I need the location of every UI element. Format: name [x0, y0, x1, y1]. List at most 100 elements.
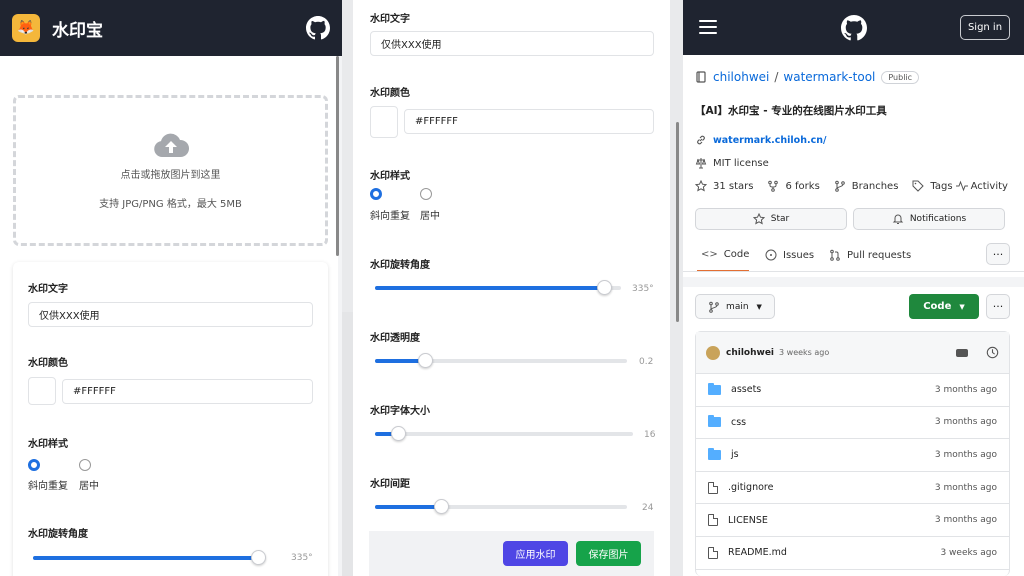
commit-message-icon[interactable] — [956, 348, 968, 357]
branch-icon — [834, 180, 845, 192]
opacity-slider[interactable] — [375, 353, 627, 368]
star-icon — [695, 180, 707, 192]
rotation-label: 水印旋转角度 — [28, 529, 88, 540]
left-app-panel: 🦊 水印宝 点击或拖放图片到这里 支持 JPG/PNG 格式，最大 5MB 水印… — [0, 0, 342, 576]
style-option-diagonal-label: 斜向重复 — [28, 481, 68, 492]
notifications-button-label: Notifications — [909, 214, 967, 224]
repo-stats: 31 stars 6 forks Branches Tags Activity — [695, 180, 1008, 192]
file-row[interactable]: assets 3 months ago — [696, 374, 1009, 407]
spacing-slider-thumb[interactable] — [433, 499, 449, 514]
file-row[interactable]: README.md 3 weeks ago — [696, 537, 1009, 570]
style-label: 水印样式 — [28, 439, 68, 450]
file-name[interactable]: LICENSE — [728, 515, 935, 526]
branch-selector[interactable]: main ▼ — [695, 294, 775, 319]
rotation-slider-thumb[interactable] — [251, 550, 266, 565]
pulse-icon — [955, 180, 968, 192]
rotation-slider[interactable] — [33, 550, 266, 565]
app-logo-icon: 🦊 — [12, 14, 40, 42]
color-swatch[interactable] — [370, 106, 398, 138]
repo-name-link[interactable]: watermark-tool — [783, 70, 875, 84]
file-row[interactable]: .gitignore 3 months ago — [696, 472, 1009, 505]
style-option-center-label: 居中 — [420, 211, 440, 222]
notifications-button[interactable]: Notifications — [853, 208, 1005, 230]
file-row[interactable]: LICENSE 3 months ago — [696, 504, 1009, 537]
style-radio-diagonal[interactable] — [370, 188, 382, 200]
pull-request-icon — [830, 249, 840, 261]
file-name[interactable]: .gitignore — [728, 482, 935, 493]
website-row: watermark.chiloh.cn/ — [695, 134, 826, 146]
file-row[interactable]: js 3 months ago — [696, 439, 1009, 472]
scrollbar[interactable] — [336, 56, 339, 256]
more-options-button[interactable]: ··· — [986, 294, 1010, 319]
tab-code-label: Code — [723, 249, 750, 260]
file-name[interactable]: css — [731, 417, 935, 428]
forks-count[interactable]: 6 forks — [785, 181, 819, 192]
more-tabs-button[interactable]: ··· — [986, 243, 1010, 265]
rotation-slider[interactable] — [375, 280, 621, 295]
chevron-down-icon: ▼ — [959, 302, 965, 311]
file-icon — [708, 481, 718, 494]
tab-pull-requests[interactable]: Pull requests — [829, 249, 911, 261]
upload-formats: 支持 JPG/PNG 格式，最大 5MB — [99, 198, 242, 210]
tab-pull-requests-label: Pull requests — [847, 249, 912, 261]
watermark-text-input[interactable]: 仅供XXX使用 — [370, 31, 654, 56]
folder-icon — [708, 447, 721, 460]
spacing-label: 水印间距 — [370, 479, 410, 490]
github-icon[interactable] — [306, 16, 330, 40]
license-link[interactable]: MIT license — [713, 158, 769, 169]
style-option-center-label: 居中 — [79, 481, 99, 492]
file-date: 3 months ago — [934, 384, 997, 395]
text-label: 水印文字 — [28, 284, 68, 295]
website-link[interactable]: watermark.chiloh.cn/ — [713, 135, 826, 146]
commit-author[interactable]: chilohwei — [726, 348, 774, 358]
watermark-text-input[interactable]: 仅供XXX使用 — [28, 302, 313, 327]
activity-link[interactable]: Activity — [971, 181, 1008, 192]
style-radio-diagonal[interactable] — [28, 459, 40, 471]
tabs-divider — [683, 271, 1024, 272]
star-button[interactable]: Star — [695, 208, 847, 230]
scrollbar[interactable] — [676, 122, 679, 322]
font-size-slider[interactable] — [375, 426, 633, 441]
branch-icon — [709, 301, 719, 313]
avatar[interactable] — [706, 345, 720, 360]
save-image-button[interactable]: 保存图片 — [576, 541, 641, 566]
file-name[interactable]: assets — [731, 384, 935, 395]
file-row[interactable]: css 3 months ago — [696, 407, 1009, 440]
branches-link[interactable]: Branches — [852, 181, 899, 192]
text-label: 水印文字 — [370, 14, 410, 25]
github-header: Sign in — [683, 0, 1024, 55]
section-divider — [683, 277, 1024, 287]
color-hex-input[interactable]: #FFFFFF — [404, 109, 654, 134]
color-label: 水印颜色 — [370, 88, 410, 99]
file-date: 3 months ago — [934, 449, 997, 460]
opacity-slider-thumb[interactable] — [418, 353, 434, 368]
rotation-slider-thumb[interactable] — [596, 280, 612, 295]
chevron-down-icon: ▼ — [756, 302, 762, 311]
color-hex-input[interactable]: #FFFFFF — [62, 379, 313, 404]
file-date: 3 months ago — [934, 417, 997, 428]
link-icon — [697, 135, 705, 145]
repo-owner-link[interactable]: chilohwei — [713, 70, 769, 84]
app-title: 水印宝 — [52, 20, 103, 41]
file-name[interactable]: README.md — [728, 547, 940, 558]
tab-issues[interactable]: Issues — [765, 249, 814, 261]
tags-link[interactable]: Tags — [930, 181, 952, 192]
font-size-slider-thumb[interactable] — [391, 426, 407, 441]
spacing-slider[interactable] — [375, 499, 627, 514]
menu-icon[interactable] — [699, 20, 717, 34]
cloud-upload-icon — [153, 133, 189, 157]
sign-in-button[interactable]: Sign in — [960, 15, 1010, 40]
style-radio-center[interactable] — [420, 188, 432, 200]
repo-body: chilohwei / watermark-tool Public 【AI】水印… — [683, 55, 1024, 576]
upload-dropzone[interactable]: 点击或拖放图片到这里 支持 JPG/PNG 格式，最大 5MB — [13, 95, 328, 246]
apply-watermark-button[interactable]: 应用水印 — [503, 541, 568, 566]
tab-code[interactable]: <> Code — [701, 249, 749, 260]
code-dropdown-button[interactable]: Code ▼ — [909, 294, 979, 319]
color-swatch[interactable] — [28, 377, 56, 405]
action-bar: 应用水印 保存图片 — [369, 531, 654, 576]
style-radio-center[interactable] — [79, 459, 91, 471]
stars-count[interactable]: 31 stars — [713, 181, 753, 192]
history-icon[interactable] — [986, 346, 999, 359]
github-logo-icon[interactable] — [841, 15, 867, 41]
file-name[interactable]: js — [731, 449, 935, 460]
